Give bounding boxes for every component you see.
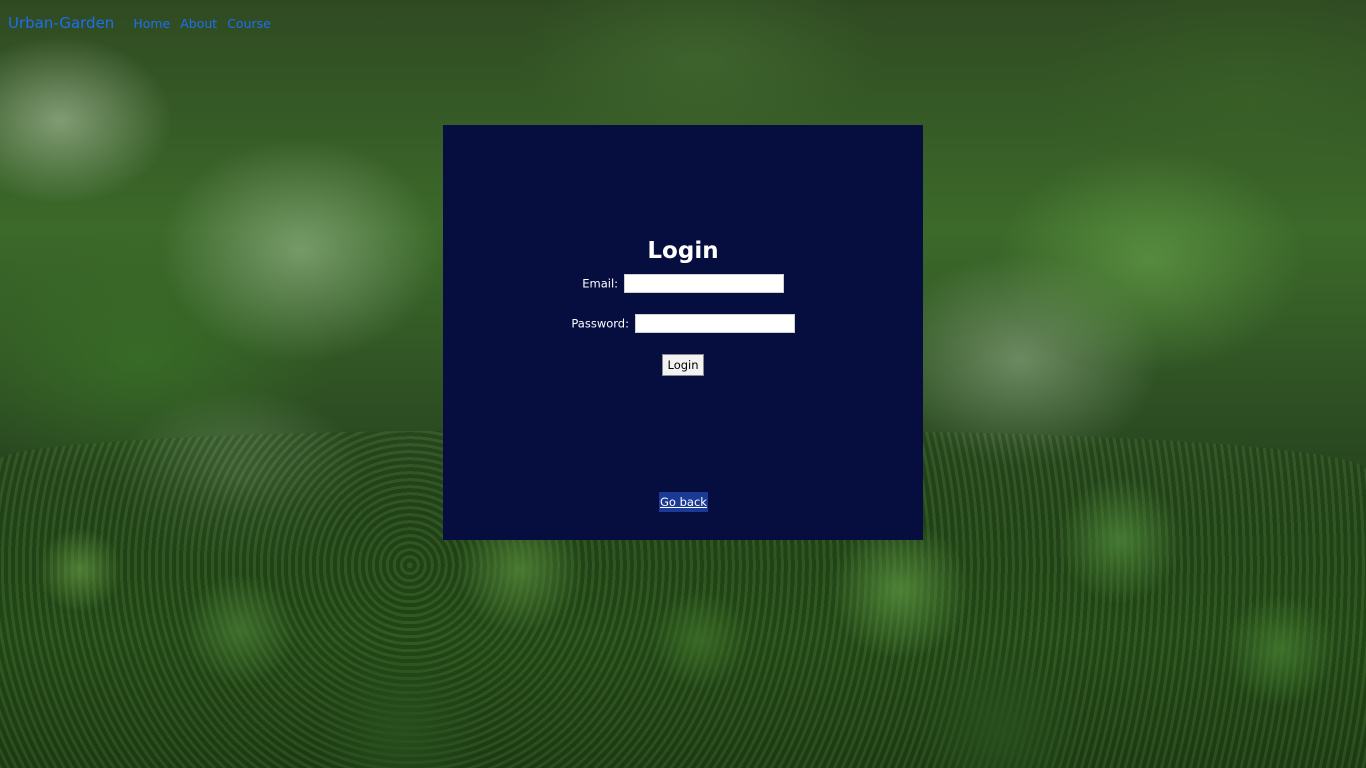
email-field[interactable] <box>623 274 784 293</box>
password-label: Password: <box>571 316 629 331</box>
password-row: Password: <box>443 314 923 333</box>
email-row: Email: <box>443 274 923 293</box>
email-label: Email: <box>582 276 619 291</box>
login-button[interactable]: Login <box>662 354 704 376</box>
nav-link-course[interactable]: Course <box>227 16 271 31</box>
go-back-link[interactable]: Go back <box>659 492 708 512</box>
login-title: Login <box>647 238 719 264</box>
nav-link-home[interactable]: Home <box>133 16 170 31</box>
login-panel: Login Email: Password: Login Go back <box>443 125 923 540</box>
password-field[interactable] <box>634 314 795 333</box>
top-navbar: Urban-Garden Home About Course <box>0 0 281 46</box>
nav-link-about[interactable]: About <box>180 16 217 31</box>
brand-link[interactable]: Urban-Garden <box>8 14 114 32</box>
